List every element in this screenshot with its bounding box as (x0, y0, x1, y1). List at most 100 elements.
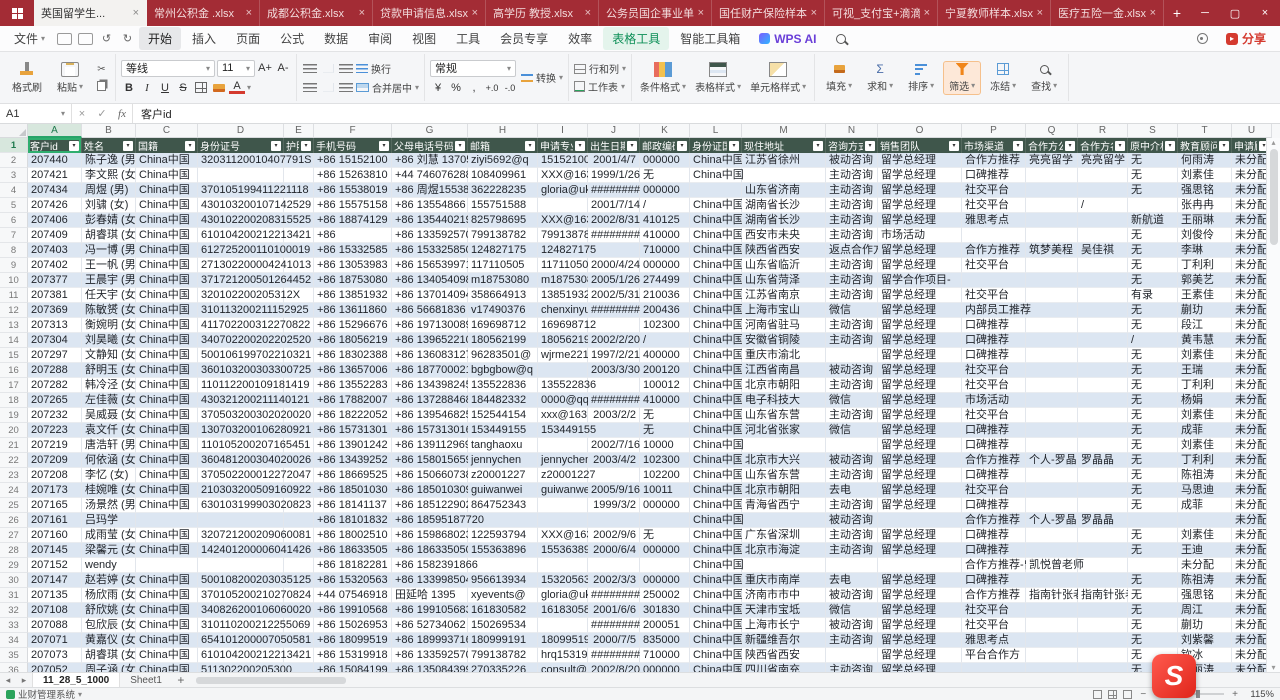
cell[interactable]: 韩冷泾 (女 (82, 378, 136, 393)
cell[interactable]: 500106199702210321 (198, 348, 284, 363)
cell[interactable]: China中国 (690, 258, 742, 273)
cell[interactable]: 2002/3/3 (588, 573, 640, 588)
vertical-scroll-thumb[interactable] (1270, 149, 1278, 245)
close-icon[interactable]: × (1037, 7, 1043, 19)
cell[interactable]: China中国 (690, 468, 742, 483)
cell[interactable]: 主动咨询 (826, 213, 878, 228)
table-header-cell[interactable]: 申请专业▾ (538, 138, 588, 153)
filter-dropdown-icon[interactable]: ▾ (1013, 141, 1023, 151)
menu-item[interactable]: 公式 (271, 27, 313, 50)
cell[interactable]: 102300 (640, 453, 690, 468)
cell[interactable]: 王素佳 (1178, 288, 1232, 303)
cell[interactable] (588, 318, 640, 333)
cell[interactable] (1078, 258, 1128, 273)
cell[interactable]: 000000 (640, 573, 690, 588)
cell[interactable] (284, 423, 314, 438)
cell[interactable]: +86 1343982452 (392, 378, 468, 393)
cell[interactable]: +86 18633505 (314, 543, 392, 558)
cell[interactable]: 无 (1128, 423, 1178, 438)
filter-dropdown-icon[interactable]: ▾ (1165, 141, 1175, 151)
column-header-D[interactable]: D (198, 124, 284, 138)
row-number[interactable]: 36 (0, 663, 28, 672)
cell[interactable]: +86 (314, 228, 392, 243)
cell[interactable]: +86 1850103098 (392, 483, 468, 498)
cell[interactable]: China中国 (690, 528, 742, 543)
cell[interactable]: 2000/6/4 (588, 543, 640, 558)
column-header-U[interactable]: U (1232, 124, 1272, 138)
cell[interactable]: 无 (1128, 468, 1178, 483)
cell[interactable]: 杨欣雨 (女 (82, 588, 136, 603)
cell[interactable]: 唐浩轩 (男 (82, 438, 136, 453)
cell[interactable]: +86 18222052 (314, 408, 392, 423)
row-number[interactable]: 35 (0, 648, 28, 663)
cell[interactable]: 无 (1128, 528, 1178, 543)
align-right-icon[interactable] (338, 79, 354, 95)
cell[interactable]: 主动咨询 (826, 318, 878, 333)
cell[interactable]: 2001/4/7 (588, 153, 640, 168)
cell[interactable]: 口碑推荐 (962, 168, 1026, 183)
cell[interactable]: 主动咨询 (826, 288, 878, 303)
cell[interactable] (1026, 603, 1078, 618)
cell[interactable]: China中国 (690, 513, 742, 528)
cell[interactable]: 微信 (826, 393, 878, 408)
cell[interactable] (1128, 198, 1178, 213)
cell[interactable]: +86 18595187720 (392, 513, 468, 528)
cell[interactable]: 成菲 (1178, 498, 1232, 513)
cell[interactable]: 370105199411221118 (198, 183, 284, 198)
cell[interactable]: 200120 (640, 363, 690, 378)
column-header-E[interactable]: E (284, 124, 314, 138)
cell[interactable]: 留学总经理 (878, 168, 962, 183)
cell[interactable]: 社交平台 (962, 288, 1026, 303)
cell[interactable] (1078, 348, 1128, 363)
cell[interactable]: China中国 (136, 573, 198, 588)
cell[interactable]: +86 18002510 (314, 528, 392, 543)
row-number[interactable]: 4 (0, 183, 28, 198)
cell[interactable]: 合作方推荐 (962, 453, 1026, 468)
cell[interactable]: 留学总经理 (878, 648, 962, 663)
cell[interactable] (1178, 513, 1232, 528)
cell[interactable]: 山东省菏泽 (742, 273, 826, 288)
cell[interactable]: +86 18874129 (314, 213, 392, 228)
italic-icon[interactable]: I (139, 80, 155, 96)
align-bottom-icon[interactable] (338, 60, 354, 76)
column-header-A[interactable]: A (28, 124, 82, 138)
cell[interactable]: 雅思考点 (962, 213, 1026, 228)
cell[interactable]: 无 (640, 168, 690, 183)
cell[interactable]: 000000 (640, 498, 690, 513)
cell[interactable]: 430103200107142529 (198, 198, 284, 213)
row-number[interactable]: 14 (0, 333, 28, 348)
filter-dropdown-icon[interactable]: ▾ (865, 141, 875, 151)
cell[interactable]: +86 15731301 (314, 423, 392, 438)
add-sheet-button[interactable]: + (172, 673, 190, 687)
zoom-level[interactable]: 115% (1246, 689, 1274, 700)
cell[interactable]: 825798695 (468, 213, 538, 228)
cell[interactable]: 留学总经理 (878, 663, 962, 672)
cell[interactable]: 130703200106280921 (198, 423, 284, 438)
cell[interactable]: jennychen (538, 453, 588, 468)
column-header-S[interactable]: S (1128, 124, 1178, 138)
cell[interactable]: 主动咨询 (826, 333, 878, 348)
close-icon[interactable]: × (585, 7, 591, 19)
cell[interactable] (690, 183, 742, 198)
cell[interactable] (1078, 573, 1128, 588)
cell[interactable]: / (640, 198, 690, 213)
cell[interactable]: 成雨莹 (女 (82, 528, 136, 543)
cell[interactable]: 142401200006041426 (198, 543, 284, 558)
cell[interactable]: 留学总经理 (878, 633, 962, 648)
cell[interactable]: China中国 (690, 603, 742, 618)
column-header-H[interactable]: H (468, 124, 538, 138)
cell[interactable]: 301830 (640, 603, 690, 618)
cell[interactable]: 207052 (28, 663, 82, 672)
cell[interactable]: 新疆维吾尔 (742, 633, 826, 648)
cell[interactable]: gloria@uk (538, 588, 588, 603)
font-size-select[interactable]: 11 ▾ (217, 60, 255, 77)
cell[interactable]: 返点合作方 (826, 243, 878, 258)
cell[interactable]: 654101200007050581 (198, 633, 284, 648)
cell[interactable]: 主动咨询 (826, 498, 878, 513)
cell[interactable] (588, 243, 640, 258)
cell[interactable] (1026, 273, 1078, 288)
cell[interactable]: 122593794 (468, 528, 538, 543)
menu-item[interactable]: 效率 (559, 27, 601, 50)
cell[interactable] (468, 513, 538, 528)
cell[interactable]: +86 1340540988 (392, 273, 468, 288)
